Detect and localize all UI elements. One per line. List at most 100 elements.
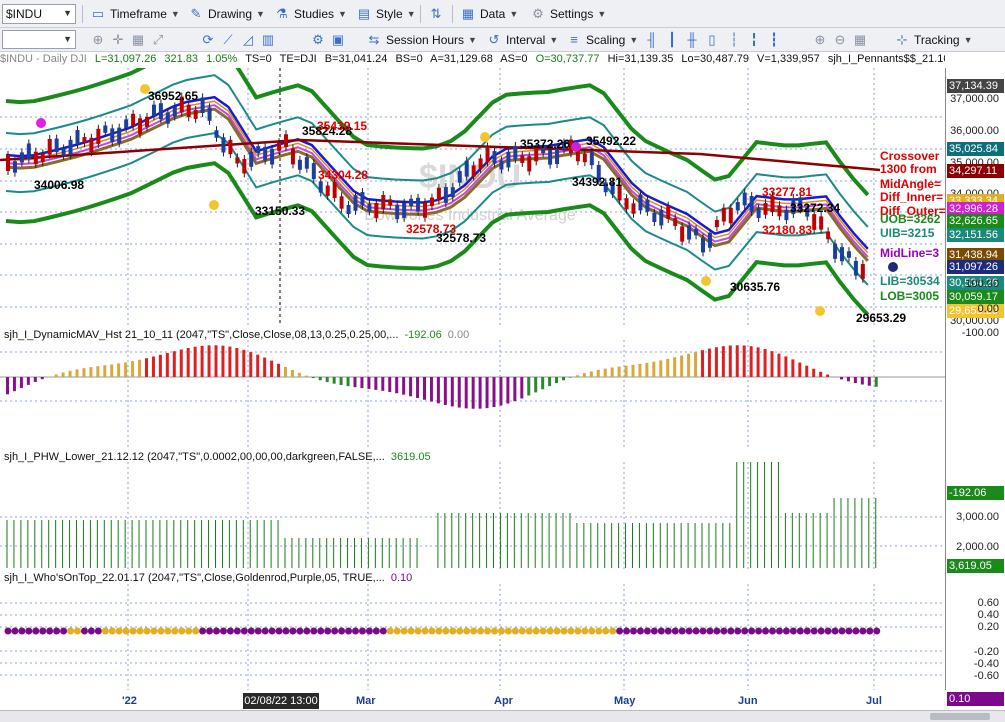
trend-icon[interactable]: ⤢	[150, 32, 166, 48]
time-axis-label: Apr	[494, 695, 513, 707]
ohlc-icon[interactable]: ╫	[684, 32, 700, 48]
tracking-button[interactable]: ⊹ Tracking ▼	[894, 32, 973, 48]
drawing-menu[interactable]: ✎ Drawing ▼	[188, 6, 265, 22]
candle-body	[527, 156, 532, 172]
whos-on-top-pane[interactable]	[0, 584, 945, 690]
grid-icon[interactable]: ▦	[130, 32, 146, 48]
session-hours-button[interactable]: ⇆ Session Hours ▼	[366, 32, 477, 48]
histogram-bar	[777, 353, 781, 377]
timeframe-menu[interactable]: ▭ Timeframe ▼	[90, 6, 180, 22]
whos-on-top-dot	[192, 627, 200, 635]
symbol-dropdown-icon[interactable]: ▼	[63, 8, 72, 18]
price-tag: 32,151.56	[947, 228, 1004, 242]
histogram-icon[interactable]: ▥	[260, 32, 276, 48]
chevron-down-icon[interactable]: ▼	[63, 34, 72, 44]
time-axis-label: Jun	[738, 695, 758, 707]
price-axis[interactable]: 37,000.0036,000.0035,000.0034,000.0033,0…	[945, 68, 1005, 706]
whos-on-top-dot	[338, 627, 346, 635]
candle-body	[75, 130, 80, 145]
price-annotation: 33272.34	[790, 201, 840, 215]
bid-field: B=31,041.24	[324, 53, 388, 65]
chevron-down-icon: ▼	[629, 35, 639, 45]
price-pane[interactable]: $INDUDow Jones Industrial Average36952.6…	[0, 68, 945, 325]
ts-field: TS=0	[245, 53, 272, 65]
calendar-icon[interactable]: ▣	[330, 32, 346, 48]
whos-on-top-dot	[428, 627, 436, 635]
whos-on-top-dot	[268, 627, 276, 635]
whos-on-top-dot	[247, 627, 255, 635]
band-label: Diff_Inner=	[880, 190, 943, 204]
candle-body	[680, 226, 685, 242]
candle-body	[68, 139, 73, 155]
whos-on-top-dot	[775, 627, 783, 635]
chevron-down-icon: ▼	[509, 9, 519, 19]
volume-icon[interactable]: ┇	[766, 32, 782, 48]
phw-lower-pane[interactable]	[0, 462, 945, 570]
candle-body	[666, 205, 671, 219]
settings-menu[interactable]: ⚙ Settings ▼	[530, 6, 606, 22]
crosshair-icon[interactable]: ✛	[110, 32, 126, 48]
histogram-bar	[610, 367, 614, 377]
zoom-in-icon[interactable]: ⊕	[812, 32, 828, 48]
whos-on-top-dot	[491, 627, 498, 635]
histogram-bar	[235, 347, 239, 377]
histogram-bar	[325, 377, 329, 383]
candle-body	[638, 194, 643, 211]
symbol-info: $INDU - Daily DJI	[0, 53, 87, 65]
candle-body	[249, 151, 254, 167]
cursor-icon[interactable]: ⊕	[90, 32, 106, 48]
candlestick-icon[interactable]: ┃	[664, 32, 680, 48]
horizontal-scrollbar[interactable]	[0, 710, 1005, 722]
data-menu[interactable]: ▦ Data ▼	[460, 6, 518, 22]
chevron-down-icon: ▼	[338, 9, 347, 19]
band-label: LIB=30534	[880, 274, 940, 288]
histogram-bar	[541, 377, 545, 390]
histogram-bar	[381, 377, 385, 391]
candle-body	[513, 145, 518, 160]
scaling-button[interactable]: ≡ Scaling ▼	[566, 32, 638, 48]
scrollbar-thumb[interactable]	[930, 713, 990, 720]
whos-on-top-dot	[484, 627, 492, 635]
zoom-out-icon[interactable]: ⊖	[832, 32, 848, 48]
session-icon: ⇆	[368, 32, 380, 47]
whos-on-top-dot	[678, 627, 686, 635]
whos-on-top-dot	[171, 627, 179, 635]
bars-icon[interactable]: ┆	[726, 32, 742, 48]
refresh-icon[interactable]: ⟳	[200, 32, 216, 48]
timeframe-icon: ▭	[91, 6, 105, 21]
chart-line-icon[interactable]: ⟋	[220, 32, 236, 48]
settings-alt-icon[interactable]: ⚙	[310, 32, 326, 48]
whos-on-top-dot	[685, 627, 693, 635]
histogram-bar	[242, 349, 246, 377]
candle-body	[207, 107, 212, 121]
histogram-bar	[214, 345, 218, 377]
drawing-label: Drawing	[208, 7, 253, 21]
grid-view-icon[interactable]: ▦	[852, 32, 868, 48]
histogram-bar	[388, 377, 392, 392]
interval-button[interactable]: ↺ Interval ▼	[486, 32, 559, 48]
histogram-bar	[158, 354, 162, 377]
whos-on-top-dot	[345, 627, 353, 635]
whos-on-top-dot	[80, 627, 88, 635]
link-button[interactable]: ⇅	[428, 6, 444, 22]
ask-field: A=31,129.68	[430, 53, 493, 65]
candle-body	[96, 128, 101, 144]
style-menu[interactable]: ▤ Style ▼	[356, 6, 416, 22]
area-icon[interactable]: ◿	[240, 32, 256, 48]
candles-icon[interactable]: ╏	[746, 32, 762, 48]
bar-chart-icon[interactable]: ╢	[644, 32, 660, 48]
candle-body	[499, 160, 504, 170]
whos-on-top-dot	[352, 627, 359, 635]
secondary-input[interactable]: ▼	[2, 30, 76, 49]
studies-menu[interactable]: ⚗ Studies ▼	[274, 6, 347, 22]
secondary-toolbar: ▼ ⊕ ✛ ▦ ⤢ ⟳ ⟋ ◿ ▥ ⚙ ▣ ⇆ Session Hours ▼ ↺ I…	[0, 28, 1005, 52]
histogram-bar	[846, 377, 850, 382]
symbol-input[interactable]: $INDU ▼	[2, 4, 76, 24]
te-field: TE=DJI	[279, 53, 317, 65]
candle-body	[360, 192, 365, 206]
candle-body	[381, 195, 386, 210]
candle-body	[193, 110, 198, 119]
candle-hollow-icon[interactable]: ▯	[704, 32, 720, 48]
dynamic-mav-pane[interactable]	[0, 340, 945, 448]
interval-label: Interval	[506, 33, 546, 47]
